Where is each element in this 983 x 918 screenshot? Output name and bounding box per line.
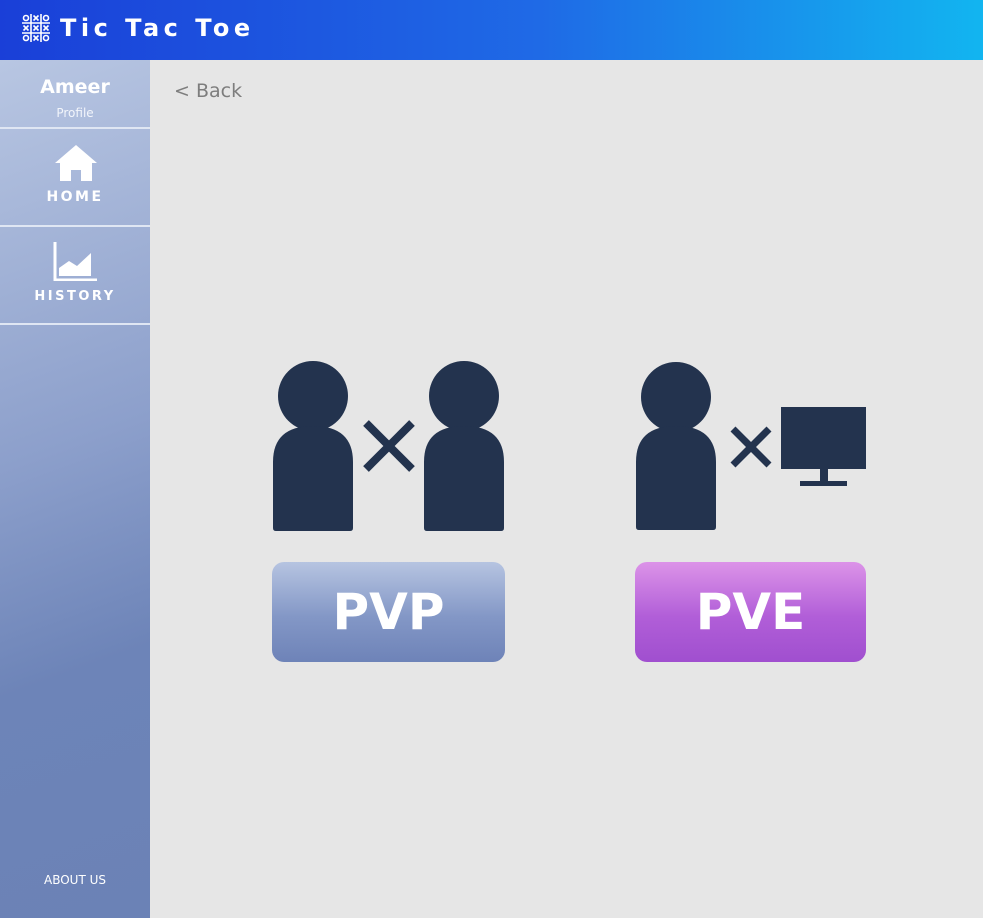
app-title: Tic Tac Toe (60, 14, 255, 42)
profile-section[interactable]: Ameer Profile (0, 60, 150, 129)
pvp-button[interactable]: PVP (272, 562, 505, 662)
sidebar: Ameer Profile HOME HISTORY ABOUT US (0, 60, 150, 918)
app-header: Tic Tac Toe (0, 0, 983, 60)
sidebar-item-label: HISTORY (34, 289, 116, 304)
chart-icon (53, 242, 97, 281)
pve-button[interactable]: PVE (635, 562, 866, 662)
profile-link[interactable]: Profile (0, 105, 150, 121)
sidebar-item-history[interactable]: HISTORY (0, 227, 150, 325)
player-vs-player-icon (273, 361, 504, 531)
about-us-link[interactable]: ABOUT US (0, 872, 150, 888)
sidebar-item-home[interactable]: HOME (0, 129, 150, 227)
profile-name[interactable]: Ameer (0, 75, 150, 99)
tic-tac-toe-grid-icon (22, 14, 50, 42)
home-icon (55, 145, 97, 181)
player-vs-computer-icon (636, 362, 866, 530)
back-link[interactable]: < Back (174, 79, 242, 103)
sidebar-item-label: HOME (46, 189, 104, 205)
